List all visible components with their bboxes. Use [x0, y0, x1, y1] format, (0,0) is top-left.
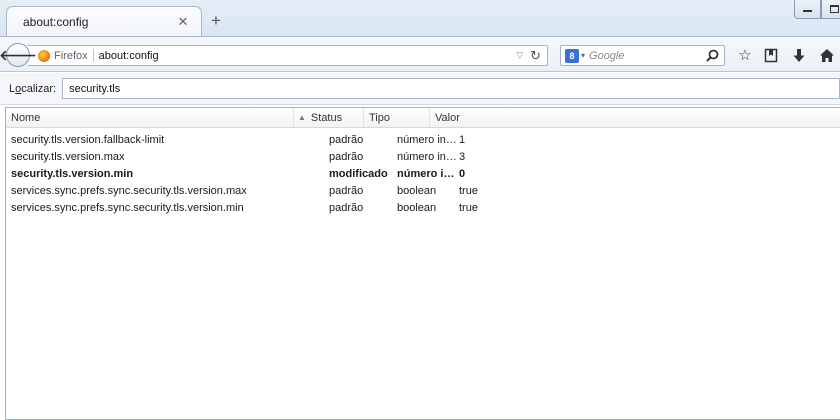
column-header-name[interactable]: Nome: [6, 108, 294, 127]
table-header: Nome ▲ Status Tipo Valor: [6, 108, 840, 128]
column-header-name-label: Nome: [11, 111, 41, 124]
pref-value: 3: [459, 150, 466, 163]
search-label: Localizar:: [9, 83, 56, 95]
table-body: security.tls.version.fallback-limit padr…: [6, 131, 840, 216]
table-row[interactable]: security.tls.version.fallback-limit padr…: [6, 131, 840, 148]
preference-search-input[interactable]: [62, 78, 840, 99]
column-header-value[interactable]: Valor: [430, 108, 840, 127]
search-label-suffix: calizar:: [21, 82, 57, 95]
pref-type: número in...: [397, 167, 458, 180]
search-engine-icon[interactable]: 8: [565, 48, 579, 63]
url-divider: [92, 49, 94, 62]
pref-status: padrão: [329, 184, 364, 197]
pref-value: 1: [459, 133, 466, 146]
column-header-type-label: Tipo: [369, 111, 390, 124]
pref-status: padrão: [329, 133, 364, 146]
pref-status: modificado: [329, 167, 388, 180]
downloads-icon[interactable]: [790, 46, 808, 64]
tab-about-config[interactable]: about:config ✕: [6, 6, 202, 36]
pref-name: services.sync.prefs.sync.security.tls.ve…: [11, 201, 244, 214]
back-button[interactable]: 🡐: [0, 43, 37, 67]
back-arrow-icon: 🡐: [0, 46, 37, 63]
table-row[interactable]: security.tls.version.max padrão número i…: [6, 148, 840, 165]
pref-type: número int...: [397, 150, 458, 163]
reload-icon[interactable]: ↻: [530, 48, 541, 64]
search-bar[interactable]: 8 ▾ Google: [560, 45, 725, 66]
home-icon[interactable]: [818, 46, 836, 64]
navigation-toolbar: Firefox about:config ▽ ↻ 🡐 8 ▾ Google ☆: [0, 36, 840, 72]
tab-title: about:config: [23, 14, 89, 29]
pref-name: security.tls.version.min: [11, 167, 134, 180]
maximize-icon: [830, 5, 839, 13]
bookmark-star-icon[interactable]: ☆: [736, 46, 754, 64]
search-engine-dropdown-icon[interactable]: ▾: [581, 51, 585, 60]
history-dropdown-icon[interactable]: ▽: [516, 50, 523, 61]
window-controls: [794, 0, 840, 20]
identity-label: Firefox: [54, 49, 88, 62]
pref-type: número int...: [397, 133, 458, 146]
firefox-icon: [38, 49, 50, 62]
table-row[interactable]: services.sync.prefs.sync.security.tls.ve…: [6, 182, 840, 199]
plus-icon[interactable]: +: [206, 11, 226, 31]
site-identity[interactable]: Firefox: [28, 46, 88, 65]
search-row: Localizar:: [0, 73, 840, 105]
pref-value: true: [459, 201, 478, 214]
table-row[interactable]: services.sync.prefs.sync.security.tls.ve…: [6, 199, 840, 216]
pref-value: 0: [459, 167, 466, 180]
url-bar[interactable]: Firefox about:config ▽ ↻: [28, 45, 548, 66]
column-header-type[interactable]: Tipo: [364, 108, 430, 127]
table-row-modified[interactable]: security.tls.version.min modificado núme…: [6, 165, 840, 182]
close-icon[interactable]: ✕: [175, 14, 191, 30]
search-input[interactable]: Google: [589, 50, 703, 62]
preferences-table: Nome ▲ Status Tipo Valor security.tls.ve…: [5, 107, 840, 420]
minimize-button[interactable]: [794, 0, 821, 19]
column-header-status-label: Status: [310, 111, 343, 124]
pref-status: padrão: [329, 150, 364, 163]
pref-value: true: [459, 184, 478, 197]
pref-type: boolean: [397, 184, 437, 197]
bookmarks-menu-icon[interactable]: [762, 46, 780, 64]
url-text[interactable]: about:config: [99, 50, 517, 62]
pref-type: boolean: [397, 201, 437, 214]
pref-name: security.tls.version.fallback-limit: [11, 133, 165, 146]
tab-strip: about:config ✕ +: [0, 0, 840, 36]
pref-status: padrão: [329, 201, 364, 214]
maximize-button[interactable]: [821, 0, 840, 19]
pref-name: security.tls.version.max: [11, 150, 125, 163]
pref-name: services.sync.prefs.sync.security.tls.ve…: [11, 184, 247, 197]
column-header-value-label: Valor: [435, 111, 460, 124]
search-icon[interactable]: [703, 47, 721, 65]
column-header-status[interactable]: ▲ Status: [294, 108, 364, 127]
minimize-icon: [803, 10, 812, 12]
sort-ascending-icon: ▲: [298, 113, 306, 122]
